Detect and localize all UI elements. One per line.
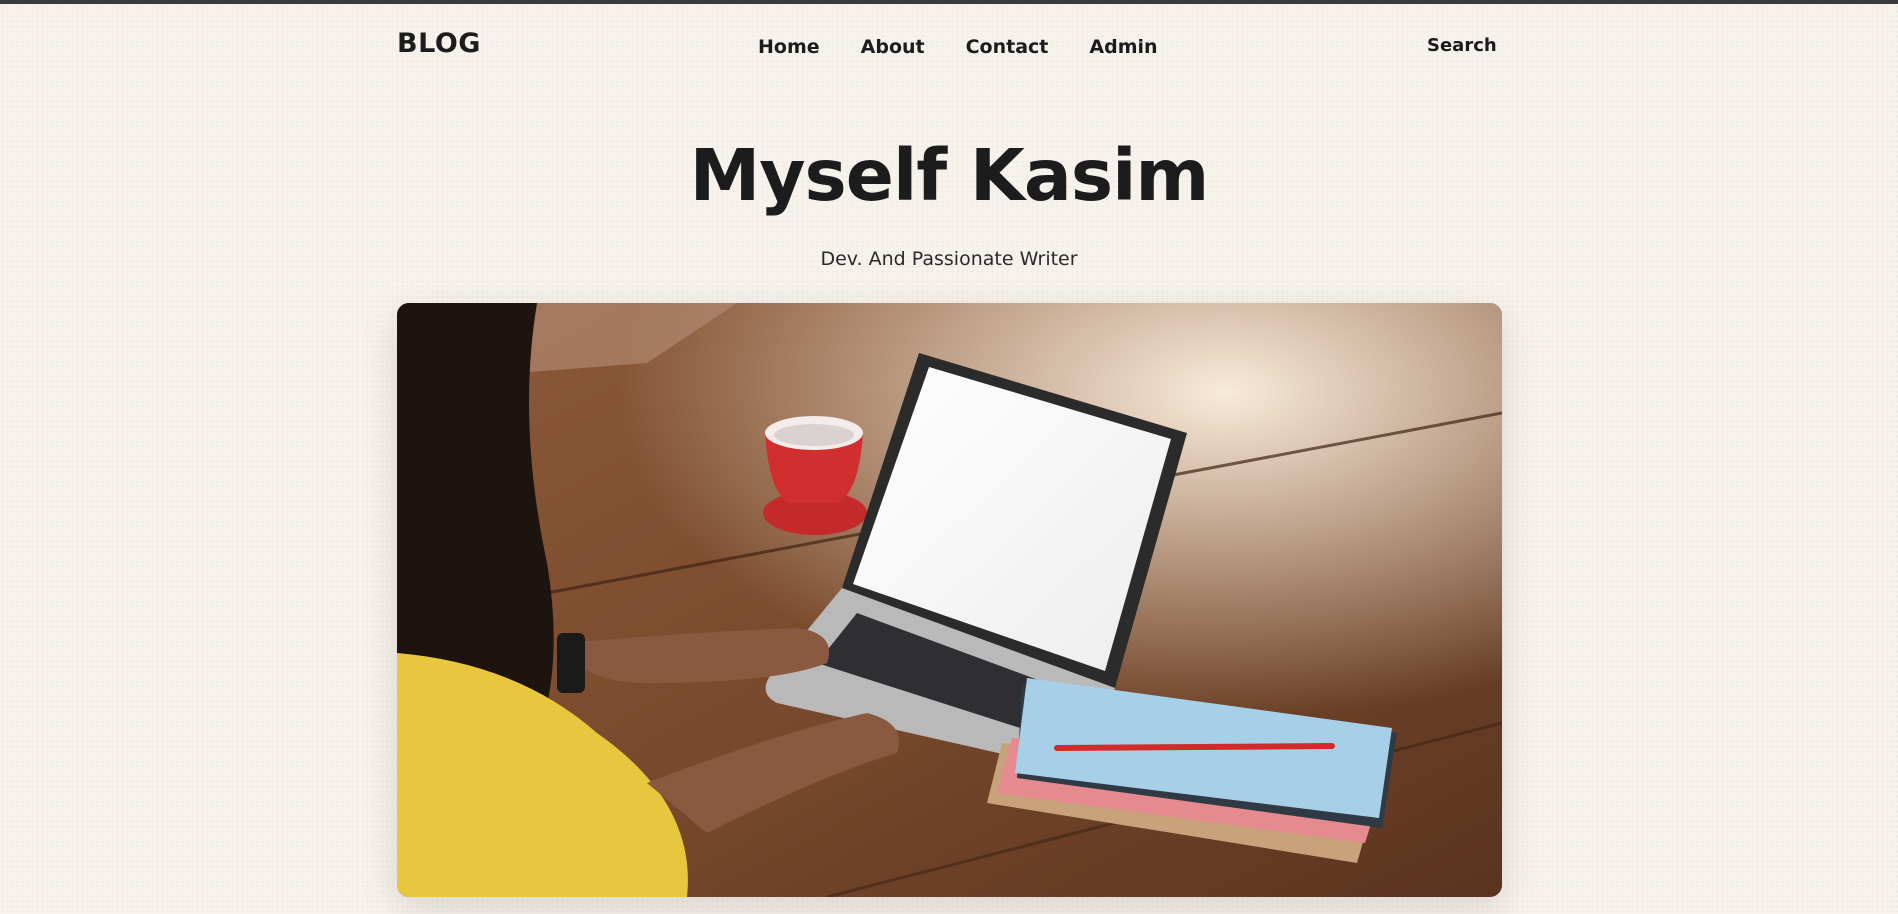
nav-admin[interactable]: Admin [1089, 36, 1157, 58]
nav-home[interactable]: Home [758, 36, 820, 58]
main-nav: Home About Contact Admin [758, 36, 1199, 58]
site-logo[interactable]: BLOG [397, 28, 481, 59]
site-header: BLOG Home About Contact Admin Search [0, 4, 1898, 92]
nav-about[interactable]: About [861, 36, 925, 58]
search-link[interactable]: Search [1427, 35, 1497, 56]
hero-image [397, 303, 1502, 897]
nav-contact[interactable]: Contact [966, 36, 1049, 58]
hero-subtitle: Dev. And Passionate Writer [820, 248, 1078, 270]
hero-title: Myself Kasim [689, 134, 1210, 217]
